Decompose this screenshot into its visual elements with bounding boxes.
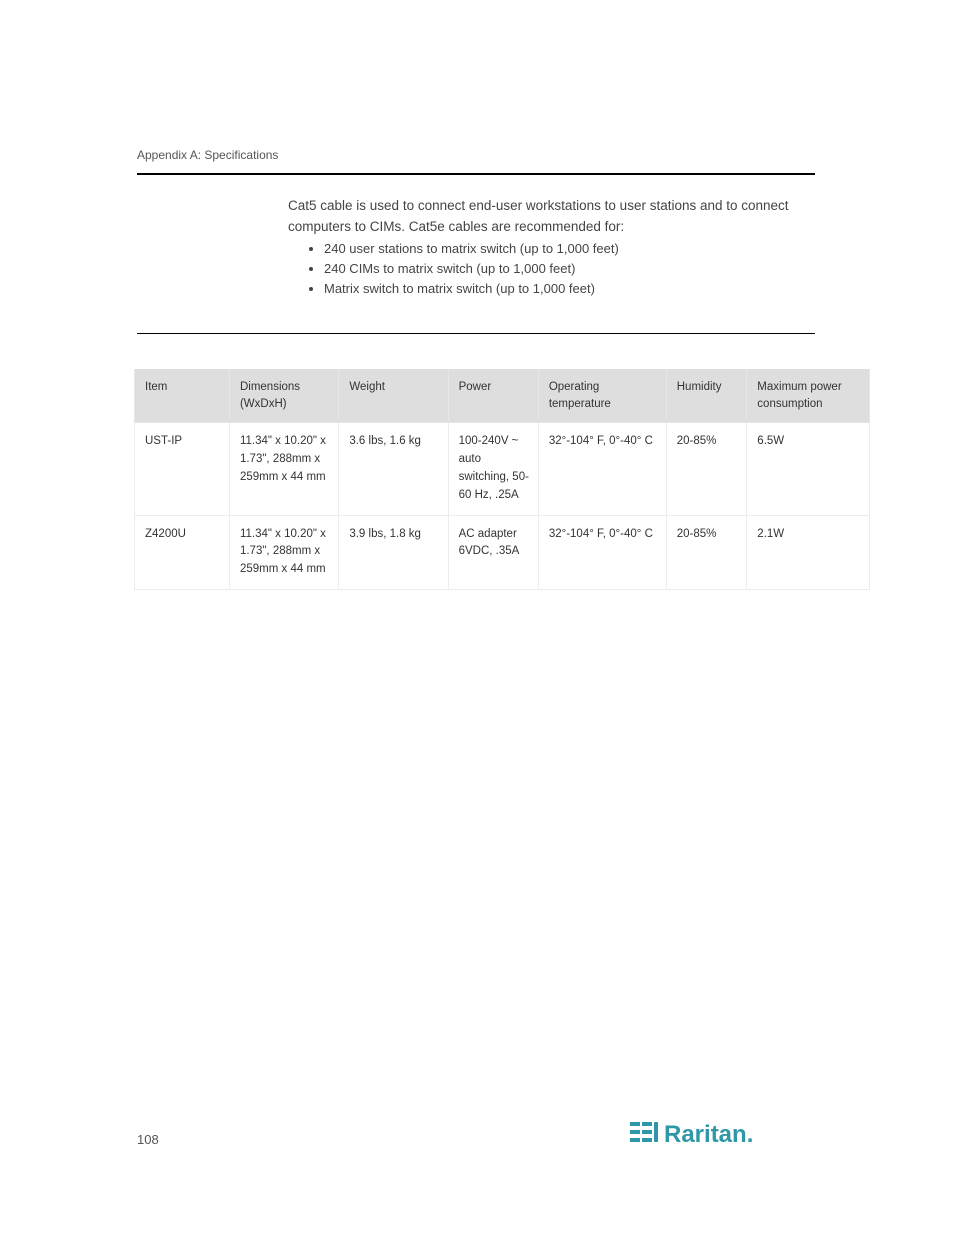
bullet-item: 240 user stations to matrix switch (up t… <box>324 241 619 256</box>
intro-paragraph: Cat5 cable is used to connect end-user w… <box>288 196 808 238</box>
cell-temperature: 32°-104° F, 0°-40° C <box>538 423 666 515</box>
cell-item: UST-IP <box>135 423 230 515</box>
document-page: Appendix A: Specifications Cat5 cable is… <box>0 0 954 1235</box>
table-header-row: Item Dimensions (WxDxH) Weight Power Ope… <box>135 369 870 423</box>
table-row: Z4200U 11.34" x 10.20" x 1.73", 288mm x … <box>135 515 870 589</box>
raritan-logo-icon: Raritan. <box>630 1116 796 1152</box>
cell-dimensions: 11.34" x 10.20" x 1.73", 288mm x 259mm x… <box>229 515 338 589</box>
col-header-item: Item <box>135 369 230 423</box>
appendix-label: Appendix A: Specifications <box>137 148 278 162</box>
cell-dimensions: 11.34" x 10.20" x 1.73", 288mm x 259mm x… <box>229 423 338 515</box>
bullet-item: 240 CIMs to matrix switch (up to 1,000 f… <box>324 261 619 276</box>
bullet-item: Matrix switch to matrix switch (up to 1,… <box>324 281 619 296</box>
brand-name: Raritan. <box>664 1121 753 1148</box>
table-row: UST-IP 11.34" x 10.20" x 1.73", 288mm x … <box>135 423 870 515</box>
cell-max-power: 6.5W <box>747 423 870 515</box>
cell-power: AC adapter 6VDC, .35A <box>448 515 538 589</box>
col-header-power: Power <box>448 369 538 423</box>
rule-top <box>137 173 815 175</box>
cell-max-power: 2.1W <box>747 515 870 589</box>
col-header-humidity: Humidity <box>666 369 747 423</box>
brand-logo: Raritan. <box>630 1116 796 1157</box>
page-number: 108 <box>137 1132 159 1147</box>
cell-item: Z4200U <box>135 515 230 589</box>
specs-table: Item Dimensions (WxDxH) Weight Power Ope… <box>134 369 870 590</box>
rule-mid <box>137 333 815 334</box>
cell-weight: 3.9 lbs, 1.8 kg <box>339 515 448 589</box>
col-header-dimensions: Dimensions (WxDxH) <box>229 369 338 423</box>
cell-temperature: 32°-104° F, 0°-40° C <box>538 515 666 589</box>
bullet-list: 240 user stations to matrix switch (up t… <box>308 241 619 301</box>
col-header-temperature: Operating temperature <box>538 369 666 423</box>
cell-power: 100-240V ~ auto switching, 50-60 Hz, .25… <box>448 423 538 515</box>
cell-humidity: 20-85% <box>666 515 747 589</box>
cell-weight: 3.6 lbs, 1.6 kg <box>339 423 448 515</box>
col-header-max-power: Maximum power consumption <box>747 369 870 423</box>
cell-humidity: 20-85% <box>666 423 747 515</box>
col-header-weight: Weight <box>339 369 448 423</box>
